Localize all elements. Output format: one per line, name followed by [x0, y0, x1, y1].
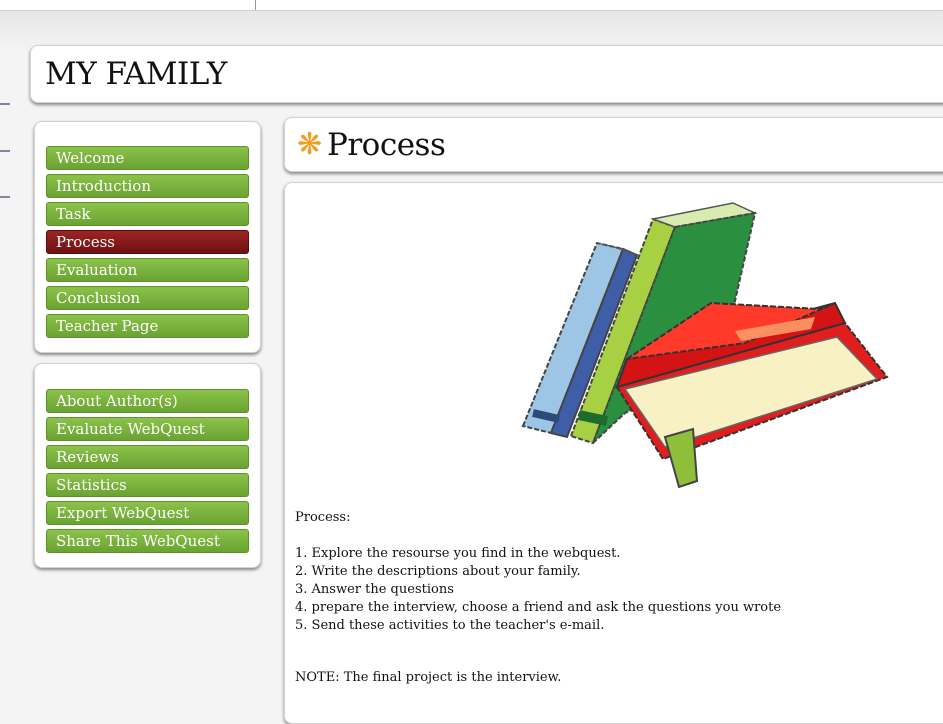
list-item: 1. Explore the resourse you find in the …: [295, 546, 621, 561]
content-panel: Process: 1. Explore the resourse you fin…: [284, 182, 943, 724]
top-strip: [0, 0, 943, 11]
nav-item-export-webquest[interactable]: Export WebQuest: [46, 501, 249, 525]
strip-divider: [255, 0, 256, 10]
nav-item-task[interactable]: Task: [46, 202, 249, 226]
nav-item-welcome[interactable]: Welcome: [46, 146, 249, 170]
nav-item-reviews[interactable]: Reviews: [46, 445, 249, 469]
primary-nav: Welcome Introduction Task Process Evalua…: [34, 121, 261, 353]
site-title: MY FAMILY: [45, 56, 227, 92]
nav-item-process[interactable]: Process: [46, 230, 249, 254]
process-note: NOTE: The final project is the interview…: [295, 670, 562, 685]
list-item: 3. Answer the questions: [295, 582, 454, 597]
section-title: Process: [327, 127, 446, 163]
nav-item-evaluation[interactable]: Evaluation: [46, 258, 249, 282]
edge-mark: [0, 150, 10, 152]
list-item: 5. Send these activities to the teacher'…: [295, 618, 605, 633]
nav-item-share-webquest[interactable]: Share This WebQuest: [46, 529, 249, 553]
nav-item-about-authors[interactable]: About Author(s): [46, 389, 249, 413]
section-header: ❋ Process: [284, 117, 943, 172]
step-list: 1. Explore the resourse you find in the …: [295, 545, 895, 635]
process-text: Process: 1. Explore the resourse you fin…: [295, 509, 895, 687]
list-item: 2. Write the descriptions about your fam…: [295, 564, 581, 579]
process-intro: Process:: [295, 510, 351, 525]
nav-item-evaluate-webquest[interactable]: Evaluate WebQuest: [46, 417, 249, 441]
list-item: 4. prepare the interview, choose a frien…: [295, 600, 782, 615]
nav-item-conclusion[interactable]: Conclusion: [46, 286, 249, 310]
nav-item-introduction[interactable]: Introduction: [46, 174, 249, 198]
nav-item-statistics[interactable]: Statistics: [46, 473, 249, 497]
books-illustration: [521, 202, 889, 489]
nav-item-teacher-page[interactable]: Teacher Page: [46, 314, 249, 338]
asterisk-icon: ❋: [297, 127, 323, 162]
edge-mark: [0, 103, 10, 105]
secondary-nav: About Author(s) Evaluate WebQuest Review…: [34, 363, 261, 568]
site-header: MY FAMILY: [30, 45, 943, 103]
edge-mark: [0, 196, 10, 198]
